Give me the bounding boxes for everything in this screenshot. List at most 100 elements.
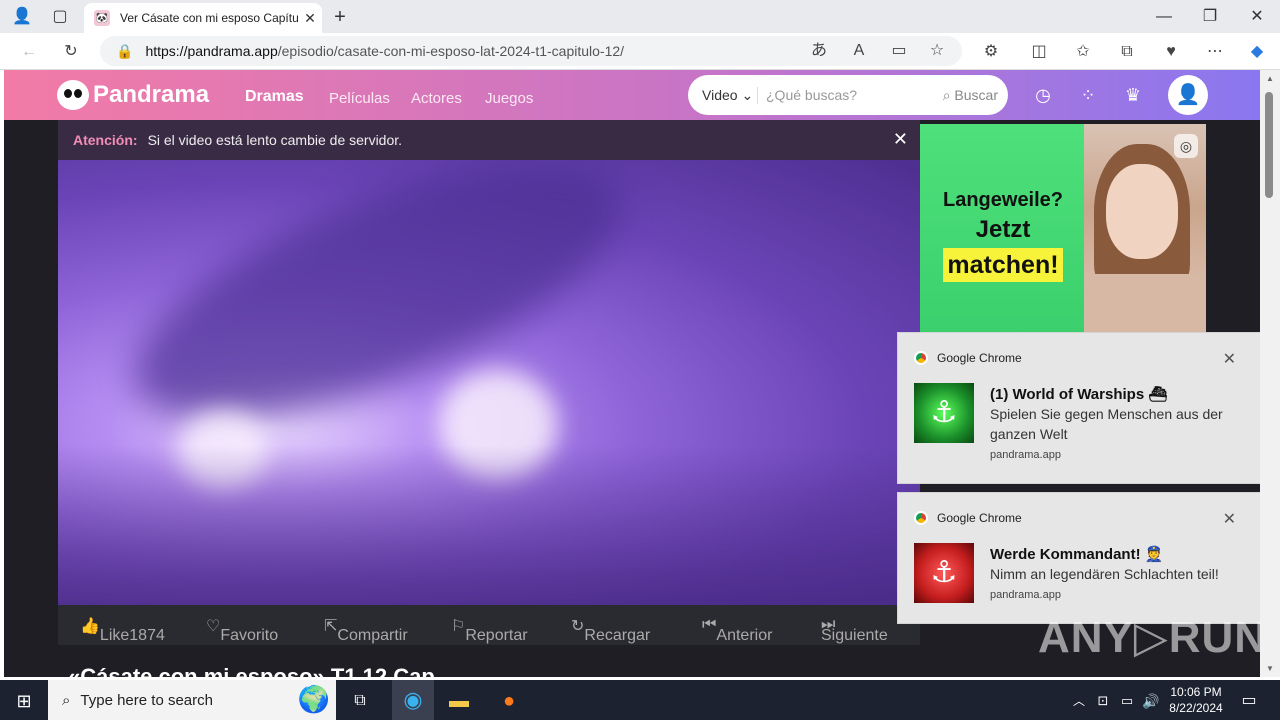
favorites-icon[interactable]: ✩ bbox=[1070, 40, 1096, 64]
nav-dramas[interactable]: Dramas bbox=[245, 88, 304, 106]
taskbar-search-input: Type here to search bbox=[80, 691, 213, 709]
chrome-notification[interactable]: Google Chrome ✕ ⚓ Werde Kommandant! 👮 Ni… bbox=[897, 492, 1261, 624]
tab-title: Ver Cásate con mi esposo Capítul bbox=[120, 11, 298, 25]
windows-start-icon[interactable]: ⊞ bbox=[11, 688, 37, 714]
nav-juegos[interactable]: Juegos bbox=[485, 90, 533, 107]
browser-title-bar: 👤 ▢ 🐼 Ver Cásate con mi esposo Capítul ✕… bbox=[0, 0, 1280, 33]
search-button[interactable]: ⌕ Buscar bbox=[943, 87, 1008, 104]
crown-icon[interactable]: ♛ bbox=[1120, 82, 1146, 108]
notification-body: Nimm an legendären Schlachten teil! bbox=[990, 566, 1219, 582]
extensions-icon[interactable]: ⚙ bbox=[978, 40, 1004, 64]
advertisement[interactable]: Langeweile? Jetzt matchen! ◎ bbox=[920, 124, 1206, 334]
clock-date: 8/22/2024 bbox=[1169, 701, 1223, 715]
notification-source: pandrama.app bbox=[990, 589, 1061, 601]
notification-source: pandrama.app bbox=[990, 449, 1061, 461]
player-controls: 👍 Like1874 ♡ Favorito ⇱ Compartir ⚐ Reportar… bbox=[58, 605, 920, 645]
close-notification-icon[interactable]: ✕ bbox=[1223, 349, 1236, 369]
immersive-reader-icon[interactable]: ▭ bbox=[886, 39, 912, 63]
tab-actions-icon[interactable]: ▢ bbox=[46, 6, 74, 28]
address-bar[interactable]: 🔒 https://pandrama.app/episodio/casate-c… bbox=[100, 36, 962, 66]
logo-text: Pandrama bbox=[93, 81, 210, 108]
search-bar: Video ⌄ ¿Qué buscas? ⌕ Buscar bbox=[688, 75, 1008, 115]
profile-icon[interactable]: 👤 bbox=[8, 6, 36, 28]
user-avatar-icon[interactable]: 👤 bbox=[1168, 75, 1208, 115]
new-tab-icon[interactable]: + bbox=[326, 6, 354, 28]
nav-actores[interactable]: Actores bbox=[411, 90, 462, 107]
anchor-icon: ⚓ bbox=[914, 543, 974, 603]
menu-dots-icon[interactable]: ⋯ bbox=[1202, 40, 1228, 64]
share-button[interactable]: ⇱ Compartir bbox=[324, 616, 408, 644]
notification-center-icon[interactable]: ▭ bbox=[1236, 688, 1262, 714]
reload-button[interactable]: ↻ Recargar bbox=[571, 616, 650, 644]
page-scrollbar[interactable]: ▲ ▼ bbox=[1260, 70, 1280, 677]
close-window-icon[interactable]: ✕ bbox=[1243, 6, 1271, 28]
ad-text: Langeweile? Jetzt matchen! bbox=[928, 186, 1078, 282]
video-player[interactable] bbox=[58, 160, 920, 605]
video-floor bbox=[58, 445, 920, 605]
chrome-notification[interactable]: Google Chrome ✕ ⚓ (1) World of Warships … bbox=[897, 332, 1261, 484]
translate-icon[interactable]: あ bbox=[806, 39, 832, 63]
scroll-down-icon[interactable]: ▼ bbox=[1266, 664, 1274, 673]
categories-icon[interactable]: ⁘ bbox=[1075, 82, 1101, 108]
history-icon[interactable]: ◷ bbox=[1030, 82, 1056, 108]
panda-icon: 🐼 bbox=[94, 10, 110, 26]
ad-line-1: Langeweile? bbox=[942, 189, 1064, 211]
site-logo[interactable]: Pandrama bbox=[57, 80, 209, 110]
episode-title: «Cásate con mi esposo» T1 12 Cap bbox=[68, 664, 435, 677]
refresh-icon[interactable]: ↻ bbox=[58, 40, 84, 64]
report-button[interactable]: ⚐ Reportar bbox=[451, 616, 528, 644]
notice-text: Si el video está lento cambie de servido… bbox=[147, 132, 403, 148]
device-icon[interactable]: ⊡ bbox=[1090, 688, 1116, 714]
back-icon[interactable]: ← bbox=[16, 40, 42, 64]
scrollbar-thumb[interactable] bbox=[1265, 92, 1273, 198]
taskbar-search[interactable]: ⌕ Type here to search 🌍 bbox=[48, 680, 336, 720]
globe-icon: 🌍 bbox=[297, 684, 330, 714]
notification-body: Spielen Sie gegen Menschen aus der ganze… bbox=[990, 406, 1223, 442]
search-type-select[interactable]: Video ⌄ bbox=[688, 86, 758, 104]
url-path: /episodio/casate-con-mi-esposo-lat-2024-… bbox=[277, 43, 625, 59]
favorite-button[interactable]: ♡ Favorito bbox=[206, 616, 278, 644]
windows-taskbar: ⊞ ⌕ Type here to search 🌍 ⧉ ◉ ▬ ● ︿ ⊡ ▭ … bbox=[0, 680, 1280, 720]
restore-icon[interactable]: ❐ bbox=[1196, 6, 1224, 28]
performance-icon[interactable]: ♥ bbox=[1158, 40, 1184, 64]
copilot-icon[interactable]: ◆ bbox=[1244, 40, 1270, 64]
show-hidden-icons-icon[interactable]: ︿ bbox=[1066, 688, 1092, 714]
chrome-icon bbox=[914, 511, 928, 525]
camera-icon: ◎ bbox=[1174, 134, 1198, 158]
anchor-icon: ⚓ bbox=[914, 383, 974, 443]
previous-button[interactable]: ⏮ Anterior bbox=[702, 616, 772, 644]
close-tab-icon[interactable]: ✕ bbox=[298, 10, 322, 27]
collections-icon[interactable]: ⧉ bbox=[1114, 40, 1140, 64]
split-screen-icon[interactable]: ◫ bbox=[1026, 40, 1052, 64]
search-icon: ⌕ bbox=[62, 691, 71, 709]
like-button[interactable]: 👍 Like1874 bbox=[80, 616, 165, 644]
favorite-star-icon[interactable]: ☆ bbox=[924, 39, 950, 63]
panda-logo-icon bbox=[57, 80, 89, 110]
notification-app: Google Chrome bbox=[914, 511, 1022, 525]
clock-time: 10:06 PM bbox=[1170, 685, 1222, 699]
taskbar-clock[interactable]: 10:06 PM 8/22/2024 bbox=[1160, 684, 1232, 716]
browser-tab[interactable]: 🐼 Ver Cásate con mi esposo Capítul ✕ bbox=[84, 3, 322, 33]
watermark: ANY▷RUN bbox=[1038, 613, 1268, 662]
next-button[interactable]: Siguiente ⏭ bbox=[821, 616, 888, 644]
file-explorer-icon[interactable]: ▬ bbox=[446, 688, 472, 714]
edge-icon[interactable]: ◉ bbox=[392, 680, 434, 720]
firefox-icon[interactable]: ● bbox=[496, 688, 522, 714]
ad-line-2: Jetzt bbox=[975, 216, 1031, 243]
search-icon: ⌕ bbox=[942, 86, 951, 103]
site-header: Pandrama Dramas Películas Actores Juegos… bbox=[4, 70, 1260, 120]
search-input[interactable]: ¿Qué buscas? bbox=[758, 87, 943, 103]
nav-peliculas[interactable]: Películas bbox=[329, 90, 390, 107]
notification-title: (1) World of Warships ⛴ bbox=[990, 386, 1168, 403]
scroll-up-icon[interactable]: ▲ bbox=[1266, 74, 1274, 83]
notice-label: Atención: bbox=[73, 132, 138, 148]
minimize-icon[interactable]: — bbox=[1150, 6, 1178, 28]
read-aloud-icon[interactable]: A bbox=[846, 39, 872, 63]
notification-title: Werde Kommandant! 👮 bbox=[990, 546, 1164, 563]
lock-icon: 🔒 bbox=[116, 42, 134, 59]
task-view-icon[interactable]: ⧉ bbox=[347, 688, 373, 714]
close-icon[interactable]: ✕ bbox=[893, 129, 908, 150]
network-icon[interactable]: ▭ bbox=[1114, 688, 1140, 714]
url-host: https://pandrama.app bbox=[145, 43, 278, 59]
close-notification-icon[interactable]: ✕ bbox=[1223, 509, 1236, 529]
